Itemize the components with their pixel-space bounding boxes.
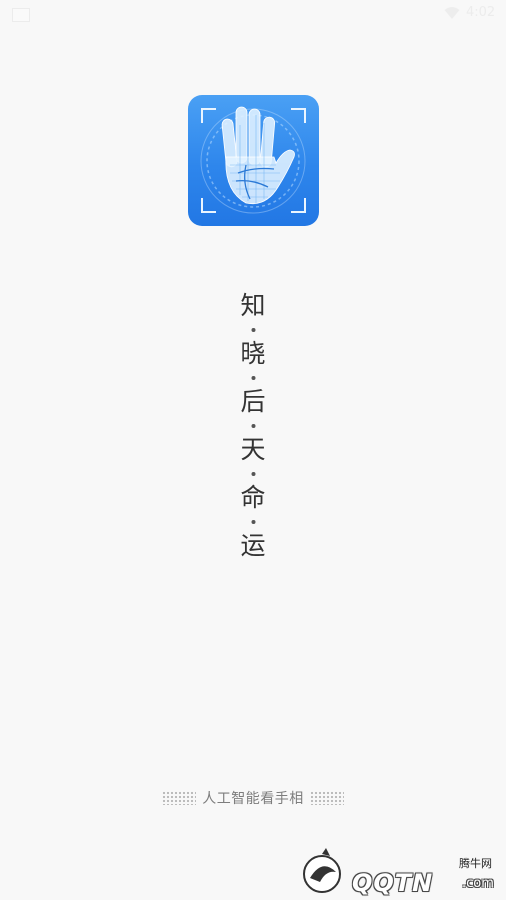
slogan-char: 知 [240,291,266,320]
watermark-logo-icon [303,848,341,893]
watermark: 腾牛网 QQTN .com [296,842,502,898]
slogan-separator-dot [250,328,255,332]
palm-scan-icon [200,106,306,214]
splash-screen: 4:02 知 晓 后 天 命 运 人工智能看手相 腾牛网 QQTN .com [0,0,506,900]
status-bar: 4:02 [0,0,506,28]
tagline-right-decoration [309,791,344,805]
notification-icon [12,8,30,22]
wifi-icon [444,7,460,19]
watermark-suffix: .com [462,876,494,891]
slogan-char: 运 [240,531,266,560]
slogan-vertical: 知 晓 后 天 命 运 [240,290,265,562]
slogan-separator-dot [250,376,255,380]
tagline-text: 人工智能看手相 [202,791,304,807]
slogan-char: 命 [240,483,266,512]
slogan-separator-dot [250,424,255,428]
slogan-char: 天 [240,435,266,464]
app-logo [188,95,319,226]
slogan-char: 晓 [240,339,266,368]
tagline-left-decoration [162,791,197,805]
watermark-main-text: QQTN [352,869,434,897]
slogan-separator-dot [250,520,255,524]
status-time: 4:02 [466,5,496,20]
watermark-small-text: 腾牛网 [459,857,492,870]
slogan-char: 后 [240,387,266,416]
slogan-separator-dot [250,472,255,476]
tagline: 人工智能看手相 [0,788,506,808]
